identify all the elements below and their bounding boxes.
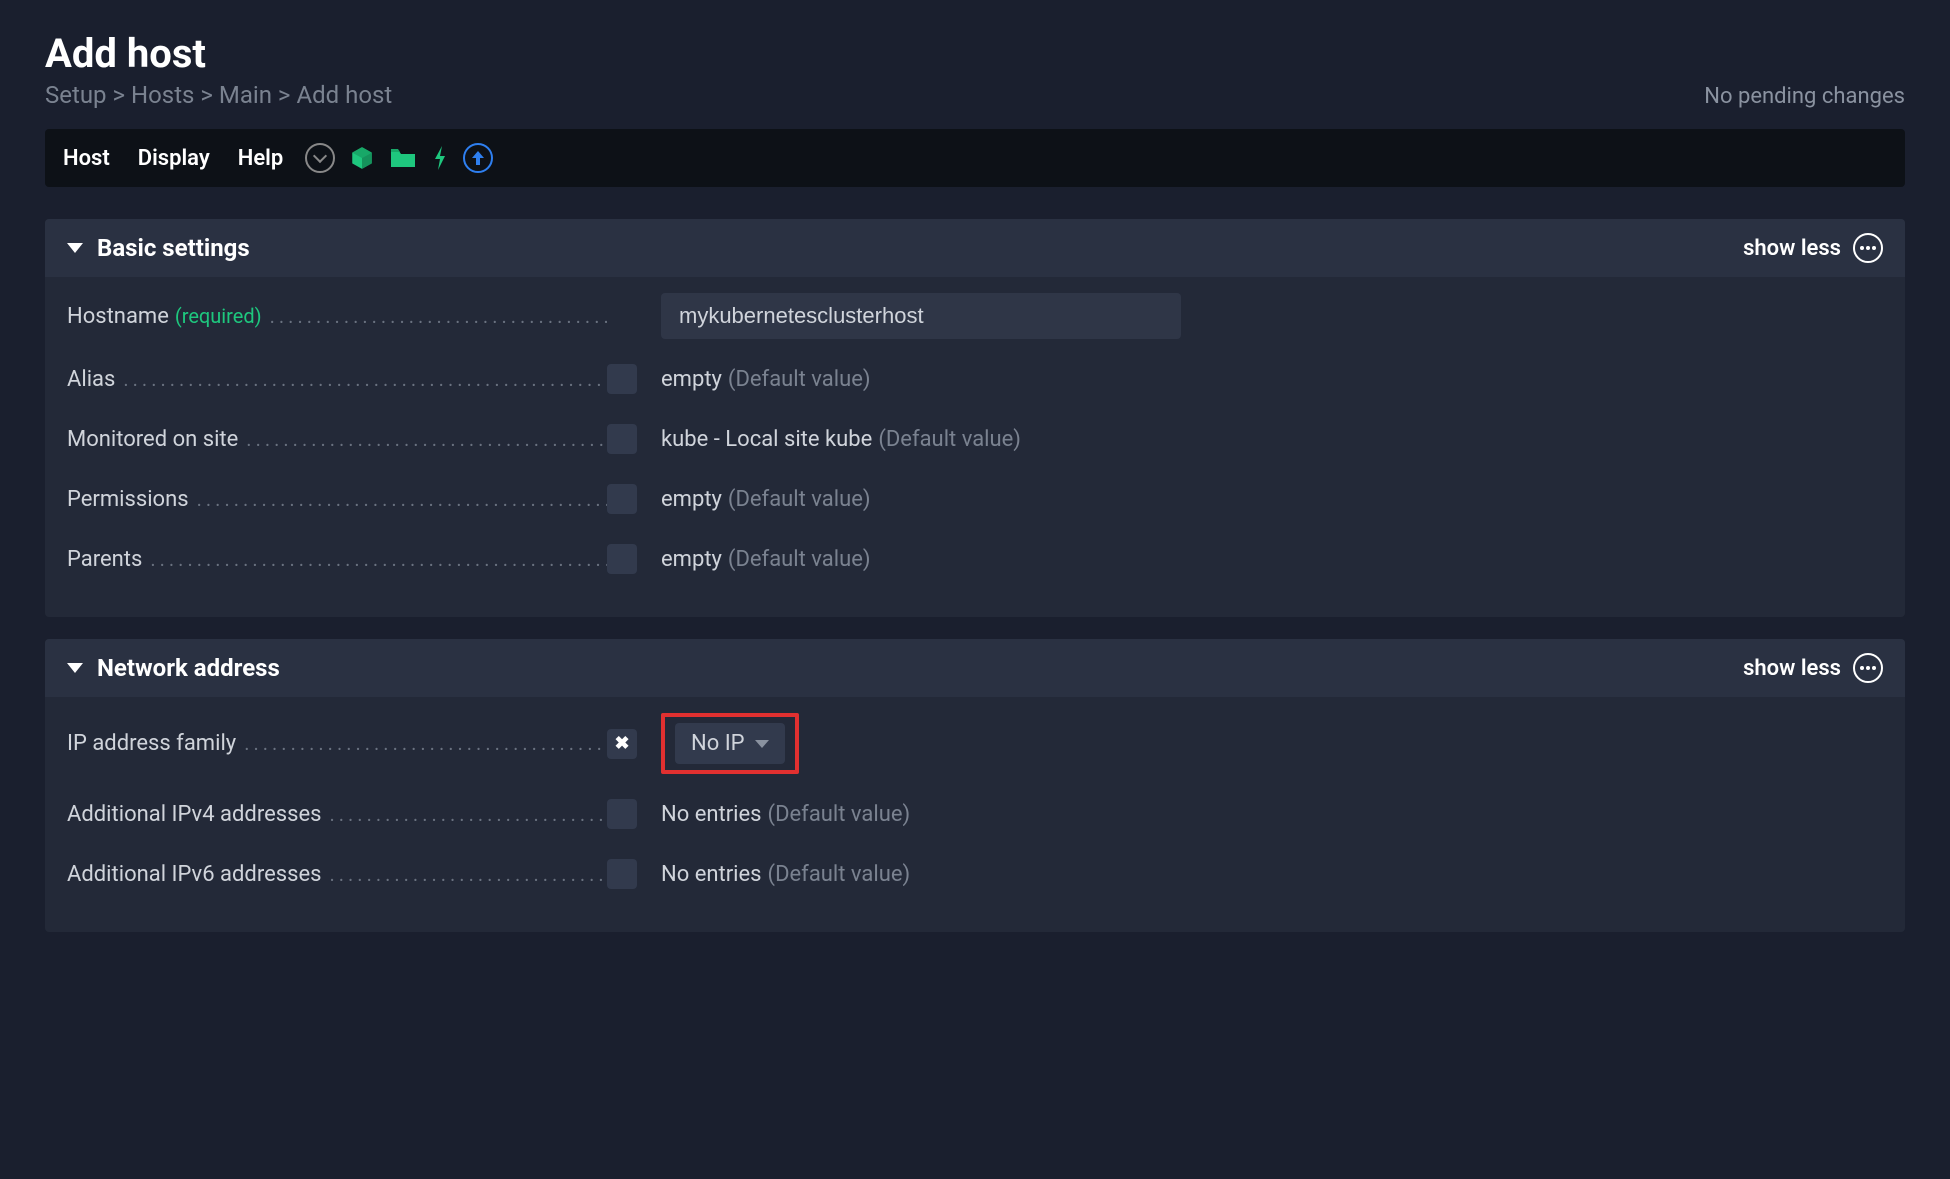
ipv6-label: Additional IPv6 addresses [67,862,321,887]
monitored-row: Monitored on site ......................… [67,419,1883,459]
ipv4-label: Additional IPv4 addresses [67,802,321,827]
arrow-up-icon [472,151,484,165]
show-less-toggle-basic[interactable]: show less [1743,233,1883,263]
ipv4-row: Additional IPv4 addresses ..............… [67,794,1883,834]
hostname-input[interactable] [661,293,1181,339]
bolt-icon[interactable] [431,144,449,172]
section-title-network: Network address [97,654,280,682]
permissions-row: Permissions ............................… [67,479,1883,519]
expand-icon[interactable] [305,143,335,173]
alias-value: empty (Default value) [661,367,871,392]
section-header-network: Network address show less [45,639,1905,697]
permissions-label: Permissions [67,487,189,512]
section-title-wrap: Network address [67,654,280,682]
alias-label-wrap: Alias ..................................… [67,367,607,392]
breadcrumb[interactable]: Setup > Hosts > Main > Add host [45,81,392,109]
ipv4-checkbox[interactable] [607,799,637,829]
monitored-checkbox[interactable] [607,424,637,454]
ipv6-value: No entries (Default value) [661,862,910,887]
more-icon [1853,653,1883,683]
section-body-basic: Hostname (required) ....................… [45,277,1905,579]
toolbar: Host Display Help [45,129,1905,187]
monitored-label-wrap: Monitored on site ......................… [67,427,607,452]
parents-label-wrap: Parents ................................… [67,547,607,572]
alias-checkbox[interactable] [607,364,637,394]
dots: ........................................… [197,487,607,511]
section-title-wrap: Basic settings [67,234,250,262]
show-less-text: show less [1743,656,1841,681]
hostname-row: Hostname (required) ....................… [67,293,1883,339]
parents-value: empty (Default value) [661,547,871,572]
pending-changes-status: No pending changes [1704,84,1905,109]
up-arrow-icon[interactable] [463,143,493,173]
hostname-label-wrap: Hostname (required) ....................… [67,304,607,329]
more-icon [1853,233,1883,263]
ipfamily-highlight: No IP [661,713,799,774]
toolbar-icons [305,143,493,173]
dots: ........................................… [246,427,607,451]
hostname-label: Hostname [67,304,169,329]
section-title-basic: Basic settings [97,234,250,262]
ipv4-value: No entries (Default value) [661,802,910,827]
parents-label: Parents [67,547,142,572]
ipv6-label-wrap: Additional IPv6 addresses ..............… [67,862,607,887]
folder-icon[interactable] [389,147,417,169]
dots: ........................................… [329,802,607,826]
monitored-value: kube - Local site kube (Default value) [661,427,1021,452]
caret-down-icon[interactable] [67,663,83,673]
ipv4-label-wrap: Additional IPv4 addresses ..............… [67,802,607,827]
dots: ........................................… [270,304,607,328]
toolbar-display[interactable]: Display [138,146,210,171]
ipfamily-label: IP address family [67,731,236,756]
parents-row: Parents ................................… [67,539,1883,579]
alias-row: Alias ..................................… [67,359,1883,399]
parents-checkbox[interactable] [607,544,637,574]
ipfamily-label-wrap: IP address family ......................… [67,731,607,756]
dots: ........................................… [123,367,607,391]
show-less-toggle-network[interactable]: show less [1743,653,1883,683]
dots: ........................................… [329,862,607,886]
show-less-text: show less [1743,236,1841,261]
basic-settings-section: Basic settings show less Hostname (requi… [45,219,1905,617]
toolbar-help[interactable]: Help [238,146,284,171]
chevron-down-icon [313,149,327,163]
required-label: (required) [175,304,262,328]
cube-icon[interactable] [349,145,375,171]
page-header: Add host Setup > Hosts > Main > Add host… [45,30,1905,109]
monitored-label: Monitored on site [67,427,238,452]
dots: ........................................… [150,547,607,571]
caret-down-icon[interactable] [67,243,83,253]
dots: ........................................… [244,731,607,755]
page-title: Add host [45,30,392,77]
ipv6-row: Additional IPv6 addresses ..............… [67,854,1883,894]
ipfamily-dropdown-text: No IP [691,731,745,756]
section-header-basic: Basic settings show less [45,219,1905,277]
ipfamily-row: IP address family ......................… [67,713,1883,774]
alias-label: Alias [67,367,115,392]
permissions-value: empty (Default value) [661,487,871,512]
network-address-section: Network address show less IP address fam… [45,639,1905,932]
dropdown-caret-icon [755,740,769,748]
permissions-label-wrap: Permissions ............................… [67,487,607,512]
ipv6-checkbox[interactable] [607,859,637,889]
section-body-network: IP address family ......................… [45,697,1905,894]
permissions-checkbox[interactable] [607,484,637,514]
ipfamily-checkbox[interactable] [607,729,637,759]
toolbar-host[interactable]: Host [63,146,110,171]
ipfamily-dropdown[interactable]: No IP [675,723,785,764]
page-title-block: Add host Setup > Hosts > Main > Add host [45,30,392,109]
